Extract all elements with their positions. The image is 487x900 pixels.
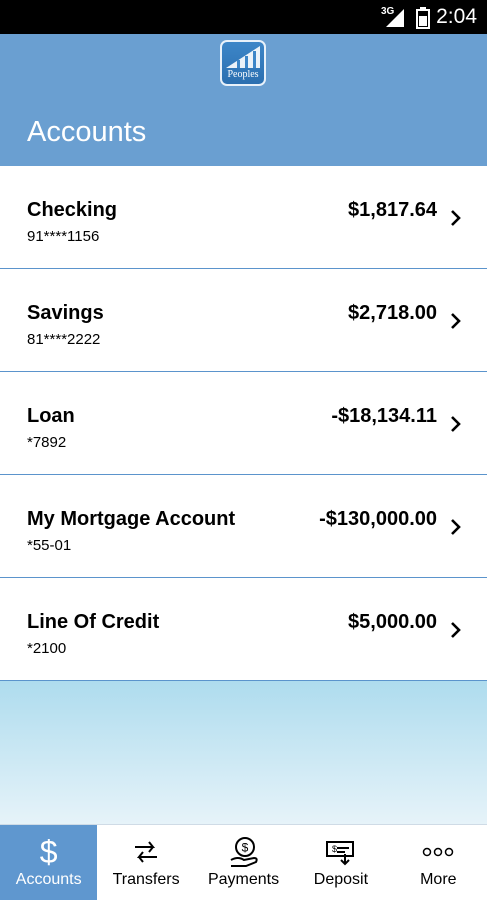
account-name: Checking [27,199,118,221]
tab-more[interactable]: More [390,825,487,900]
chevron-right-icon [451,313,461,329]
account-number: *2100 [27,640,67,657]
svg-text:$: $ [332,844,337,854]
account-row-loan[interactable]: Loan *7892 -$18,134.11 [0,372,487,475]
tab-payments[interactable]: $ Payments [195,825,292,900]
account-balance: $2,718.00 [348,302,437,324]
logo-text: Peoples [227,69,259,80]
account-name: Loan [27,405,75,427]
account-name: Line Of Credit [27,611,160,633]
more-dots-icon [421,835,455,869]
signal-icon [386,9,404,27]
status-bar: 3G 2:04 [0,0,487,34]
account-balance: $5,000.00 [348,611,437,633]
account-name: Savings [27,302,104,324]
chevron-right-icon [451,622,461,638]
payment-hand-icon: $ [228,835,260,869]
logo-bars-icon [226,46,260,68]
account-balance: -$130,000.00 [319,508,437,530]
peoples-logo: Peoples [220,40,266,86]
tab-accounts[interactable]: $ Accounts [0,825,98,900]
chevron-right-icon [451,416,461,432]
account-list: Checking 91****1156 $1,817.64 Savings 81… [0,166,487,681]
tab-deposit[interactable]: $ Deposit [292,825,389,900]
tab-transfers[interactable]: Transfers [97,825,194,900]
page-title: Accounts [27,116,147,148]
account-row-line-of-credit[interactable]: Line Of Credit *2100 $5,000.00 [0,578,487,681]
account-number: *7892 [27,434,67,451]
account-number: 81****2222 [27,331,101,348]
battery-icon [416,7,430,29]
account-row-mortgage[interactable]: My Mortgage Account *55-01 -$130,000.00 [0,475,487,578]
account-number: *55-01 [27,537,72,554]
background-area [0,681,487,824]
account-row-checking[interactable]: Checking 91****1156 $1,817.64 [0,166,487,269]
account-balance: -$18,134.11 [331,405,437,427]
account-name: My Mortgage Account [27,508,236,530]
account-number: 91****1156 [27,228,100,245]
bottom-tab-bar: $ Accounts Transfers $ Payments $ Deposi… [0,824,487,900]
check-deposit-icon: $ [325,835,357,869]
chevron-right-icon [451,210,461,226]
tab-label: More [420,871,457,888]
app-header: Peoples Accounts [0,34,487,166]
clock: 2:04 [436,5,477,28]
account-row-savings[interactable]: Savings 81****2222 $2,718.00 [0,269,487,372]
tab-label: Deposit [313,871,369,888]
chevron-right-icon [451,519,461,535]
tab-label: Accounts [15,871,82,888]
tab-label: Payments [207,871,280,888]
dollar-icon: $ [39,834,58,870]
transfer-arrows-icon [131,835,161,869]
account-balance: $1,817.64 [348,199,437,221]
svg-text:$: $ [241,841,248,855]
tab-label: Transfers [112,871,180,888]
